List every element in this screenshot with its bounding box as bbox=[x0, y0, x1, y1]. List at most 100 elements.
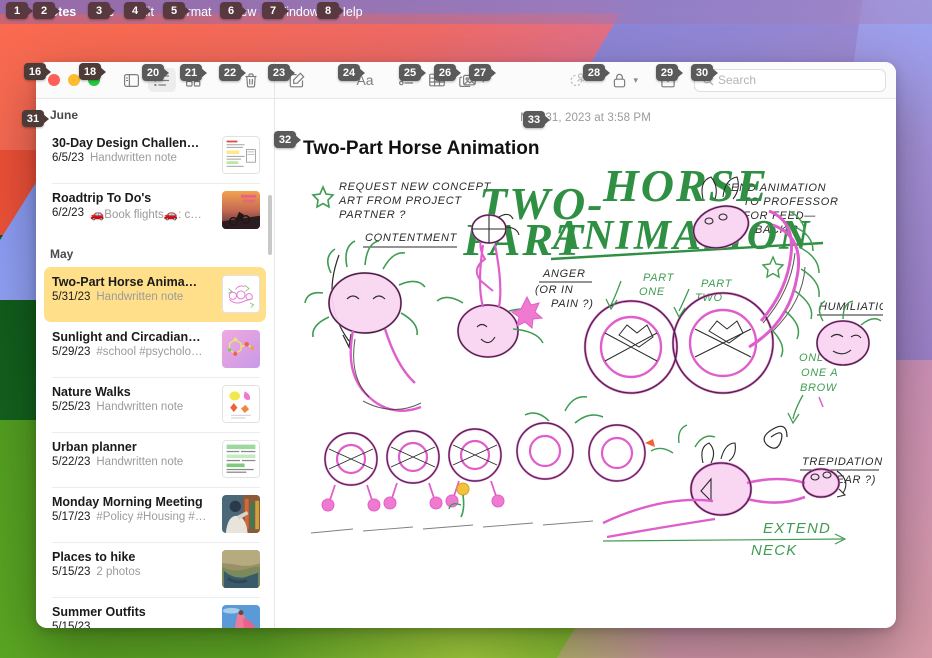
svg-text:ONE A: ONE A bbox=[801, 367, 838, 379]
svg-text:HUMILIATION: HUMILIATION bbox=[819, 301, 883, 313]
note-title: Monday Morning Meeting bbox=[52, 495, 203, 509]
note-date: 6/5/23 bbox=[52, 152, 84, 164]
note-snippet: 2 photos bbox=[96, 566, 141, 578]
note-date: 5/15/23 bbox=[52, 621, 91, 628]
annotation-tag-28: 28 bbox=[583, 64, 605, 81]
note-thumbnail bbox=[222, 330, 260, 368]
list-item[interactable]: Summer Outfits 5/15/23 bbox=[44, 597, 266, 628]
note-thumbnail bbox=[222, 605, 260, 628]
svg-text:ONE: ONE bbox=[639, 286, 665, 298]
page-title: Two-Part Horse Animation bbox=[303, 138, 540, 159]
list-item[interactable]: Monday Morning Meeting 5/17/23 #Policy #… bbox=[44, 487, 266, 542]
note-title: Places to hike bbox=[52, 550, 136, 564]
month-header-june: June bbox=[50, 108, 79, 122]
note-thumbnail bbox=[222, 275, 260, 313]
annotation-tag-1: 1 bbox=[6, 2, 28, 19]
annotation-tag-25: 25 bbox=[399, 64, 421, 81]
list-item[interactable]: Nature Walks 5/25/23 Handwritten note bbox=[44, 377, 266, 432]
list-item[interactable]: Urban planner 5/22/23 Handwritten note bbox=[44, 432, 266, 487]
svg-text:PART: PART bbox=[643, 272, 675, 284]
annotation-tag-21: 21 bbox=[180, 64, 202, 81]
lock-chevron-down-icon[interactable]: ▾ bbox=[633, 75, 638, 86]
list-item-selected[interactable]: Two-Part Horse Anima… 5/31/23 Handwritte… bbox=[44, 267, 266, 322]
svg-text:REQUEST NEW CONCEPT: REQUEST NEW CONCEPT bbox=[339, 181, 492, 193]
svg-text:PAIN ?): PAIN ?) bbox=[551, 298, 594, 310]
annotation-tag-26: 26 bbox=[434, 64, 456, 81]
annotation-tag-27: 27 bbox=[469, 64, 491, 81]
note-thumbnail bbox=[222, 385, 260, 423]
note-date: 5/22/23 bbox=[52, 456, 91, 468]
note-thumbnail bbox=[222, 136, 260, 174]
note-date: 5/17/23 bbox=[52, 511, 91, 523]
note-snippet: Handwritten note bbox=[89, 152, 177, 164]
note-snippet: Handwritten note bbox=[96, 291, 184, 303]
annotation-tag-22: 22 bbox=[219, 64, 241, 81]
annotation-tag-6: 6 bbox=[220, 2, 242, 19]
note-snippet: 🚗Book flights🚗: c… bbox=[89, 209, 202, 221]
note-snippet: Handwritten note bbox=[96, 401, 184, 413]
window-body: June 30-Day Design Challen… 6/5/23 Handw… bbox=[36, 99, 896, 628]
svg-text:(OR IN: (OR IN bbox=[535, 284, 573, 296]
search-placeholder: Search bbox=[718, 73, 757, 87]
annotation-tag-32: 32 bbox=[274, 131, 296, 148]
note-snippet: Handwritten note bbox=[96, 456, 184, 468]
note-date: 5/29/23 bbox=[52, 346, 91, 358]
note-thumbnail bbox=[222, 495, 260, 533]
note-timestamp: May 31, 2023 at 3:58 PM bbox=[520, 112, 651, 124]
annotation-tag-3: 3 bbox=[88, 2, 110, 19]
svg-text:PART: PART bbox=[701, 278, 733, 290]
note-snippet: #school #psycholo… bbox=[96, 346, 203, 358]
note-title: 30-Day Design Challen… bbox=[52, 136, 200, 150]
list-item[interactable]: Places to hike 5/15/23 2 photos bbox=[44, 542, 266, 597]
horse-animation-sketch: REQUEST NEW CONCEPT ART FROM PROJECT PAR… bbox=[303, 160, 896, 561]
annotation-tag-31: 31 bbox=[22, 110, 44, 127]
annotation-tag-23: 23 bbox=[268, 64, 290, 81]
note-title: Two-Part Horse Anima… bbox=[52, 275, 198, 289]
note-snippet: #Policy #Housing #… bbox=[96, 511, 207, 523]
note-thumbnail bbox=[222, 440, 260, 478]
sidebar-scrollbar[interactable] bbox=[268, 195, 272, 255]
svg-text:ANGER: ANGER bbox=[542, 268, 586, 280]
annotation-tag-33: 33 bbox=[523, 111, 545, 128]
note-title: Nature Walks bbox=[52, 385, 131, 399]
list-item[interactable]: Sunlight and Circadian… 5/29/23 #school … bbox=[44, 322, 266, 377]
svg-text:NECK: NECK bbox=[751, 542, 797, 559]
svg-text:EXTEND: EXTEND bbox=[763, 520, 831, 537]
annotation-tag-20: 20 bbox=[142, 64, 164, 81]
note-date: 6/2/23 bbox=[52, 207, 84, 219]
annotation-tag-8: 8 bbox=[317, 2, 339, 19]
handwritten-drawing-canvas[interactable]: REQUEST NEW CONCEPT ART FROM PROJECT PAR… bbox=[303, 160, 896, 561]
note-title: Roadtrip To Do's bbox=[52, 191, 152, 205]
svg-text:ART FROM PROJECT: ART FROM PROJECT bbox=[338, 195, 462, 207]
notes-sidebar[interactable]: June 30-Day Design Challen… 6/5/23 Handw… bbox=[36, 99, 275, 628]
note-date: 5/15/23 bbox=[52, 566, 91, 578]
note-title: Summer Outfits bbox=[52, 605, 146, 619]
note-thumbnail bbox=[222, 191, 260, 229]
annotation-tag-5: 5 bbox=[163, 2, 185, 19]
annotation-tag-29: 29 bbox=[656, 64, 678, 81]
note-detail-pane: May 31, 2023 at 3:58 PM Two-Part Horse A… bbox=[275, 99, 896, 628]
svg-text:CONTENTMENT: CONTENTMENT bbox=[365, 232, 458, 244]
sidebar-toggle-icon[interactable] bbox=[117, 68, 145, 92]
annotation-tag-30: 30 bbox=[691, 64, 713, 81]
annotation-tag-4: 4 bbox=[124, 2, 146, 19]
annotation-tag-18: 18 bbox=[79, 63, 101, 80]
svg-text:TREPIDATION: TREPIDATION bbox=[802, 456, 883, 468]
note-title: Urban planner bbox=[52, 440, 137, 454]
note-title: Sunlight and Circadian… bbox=[52, 330, 201, 344]
annotation-tag-24: 24 bbox=[338, 64, 360, 81]
note-date: 5/31/23 bbox=[52, 291, 91, 303]
list-item[interactable]: 30-Day Design Challen… 6/5/23 Handwritte… bbox=[44, 128, 266, 183]
month-header-may: May bbox=[50, 247, 74, 261]
annotation-tag-16: 16 bbox=[24, 63, 46, 80]
search-input[interactable]: Search bbox=[694, 68, 886, 92]
note-thumbnail bbox=[222, 550, 260, 588]
note-date: 5/25/23 bbox=[52, 401, 91, 413]
notes-window: Aa ▾ Search June 30-Day Design Challen… … bbox=[36, 62, 896, 628]
svg-text:HORSE: HORSE bbox=[602, 171, 769, 211]
svg-text:BROW: BROW bbox=[800, 382, 838, 394]
annotation-tag-7: 7 bbox=[262, 2, 284, 19]
list-item[interactable]: Roadtrip To Do's 6/2/23 🚗Book flights🚗: … bbox=[44, 183, 266, 238]
svg-text:PARTNER ?: PARTNER ? bbox=[339, 209, 406, 221]
annotation-tag-2: 2 bbox=[33, 2, 55, 19]
